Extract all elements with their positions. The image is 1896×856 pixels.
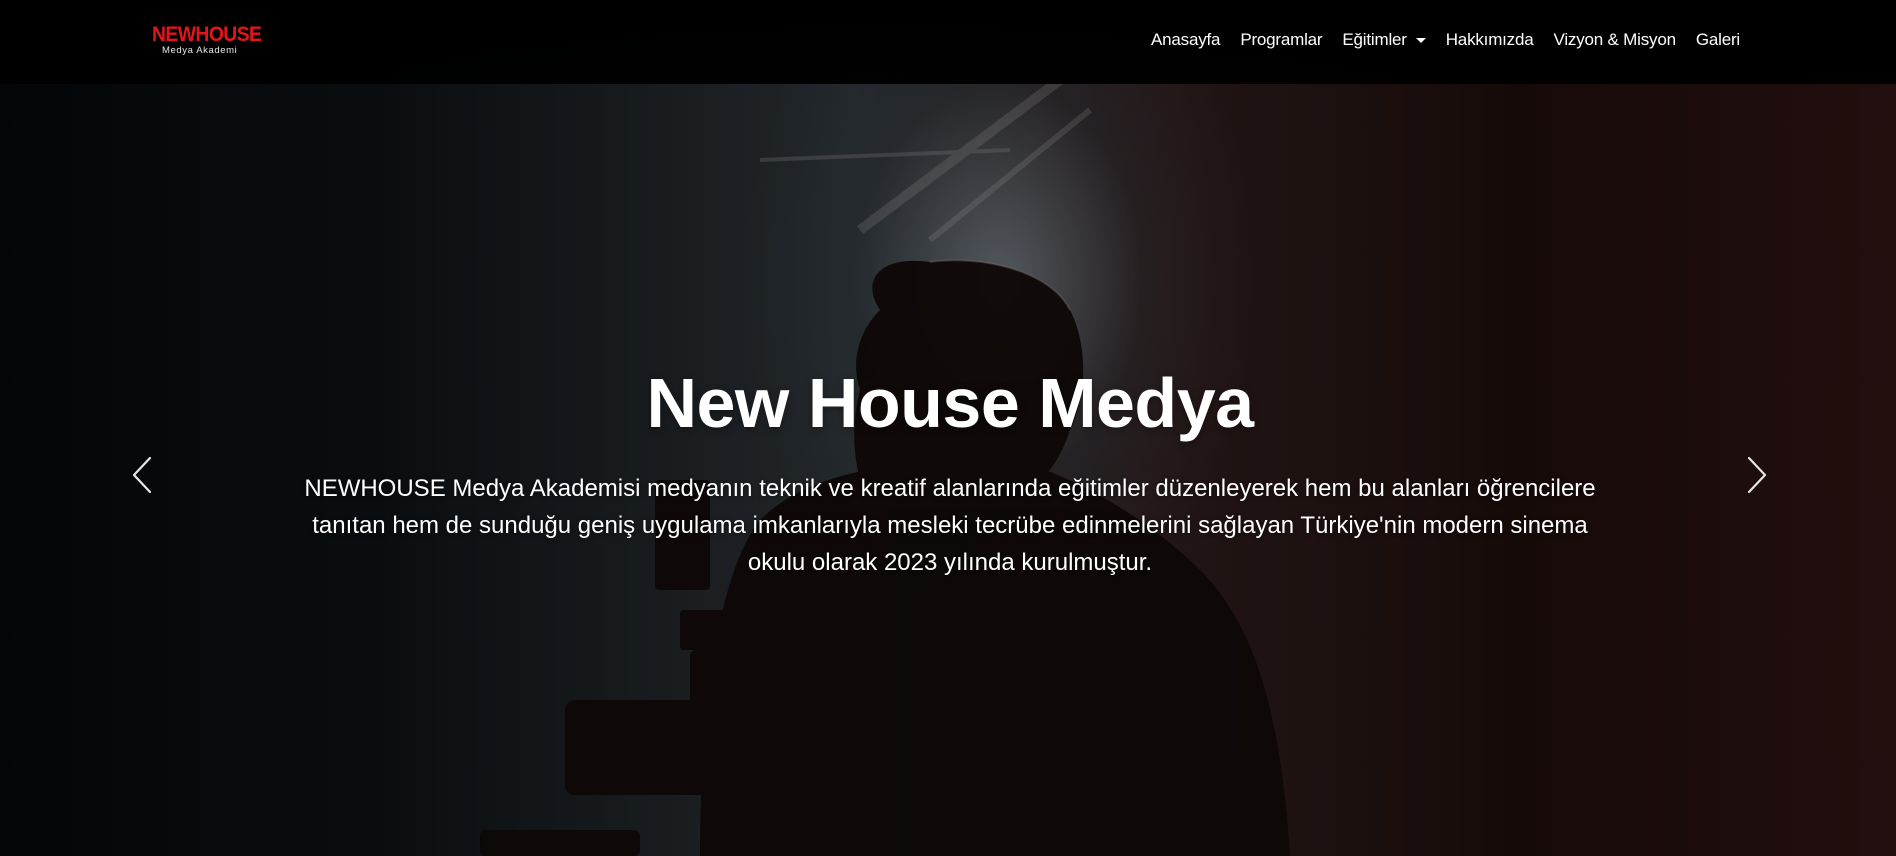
page: NEWHOUSE Medya Akademi Anasayfa Programl… (0, 0, 1896, 856)
hero-title: New House Medya (646, 364, 1254, 442)
brand-tagline: Medya Akademi (162, 45, 238, 56)
nav-item-hakkimizda[interactable]: Hakkımızda (1436, 30, 1544, 50)
nav-item-egitimler-label: Eğitimler (1342, 30, 1407, 49)
hero-description: NEWHOUSE Medya Akademisi medyanın teknik… (304, 475, 1596, 576)
brand-name: NEWHOUSE (152, 23, 262, 46)
carousel-prev-button[interactable] (112, 440, 172, 510)
nav-item-egitimler-dropdown[interactable]: Eğitimler (1332, 30, 1435, 50)
nav-item-programlar[interactable]: Programlar (1230, 30, 1332, 50)
chevron-left-icon (132, 456, 152, 494)
chevron-right-icon (1747, 456, 1767, 494)
carousel-next-button[interactable] (1727, 440, 1787, 510)
caret-down-icon (1415, 38, 1426, 43)
hero-caption: New House Medya NEWHOUSE Medya Akademisi… (270, 360, 1630, 581)
brand-logo[interactable]: NEWHOUSE Medya Akademi (152, 23, 262, 58)
top-navbar: NEWHOUSE Medya Akademi Anasayfa Programl… (0, 0, 1896, 84)
nav-item-galeri[interactable]: Galeri (1686, 30, 1750, 50)
nav-item-vizyon-misyon[interactable]: Vizyon & Misyon (1543, 30, 1685, 50)
nav-item-anasayfa[interactable]: Anasayfa (1141, 30, 1230, 50)
nav-menu: Anasayfa Programlar Eğitimler Hakkımızda… (1141, 0, 1750, 80)
